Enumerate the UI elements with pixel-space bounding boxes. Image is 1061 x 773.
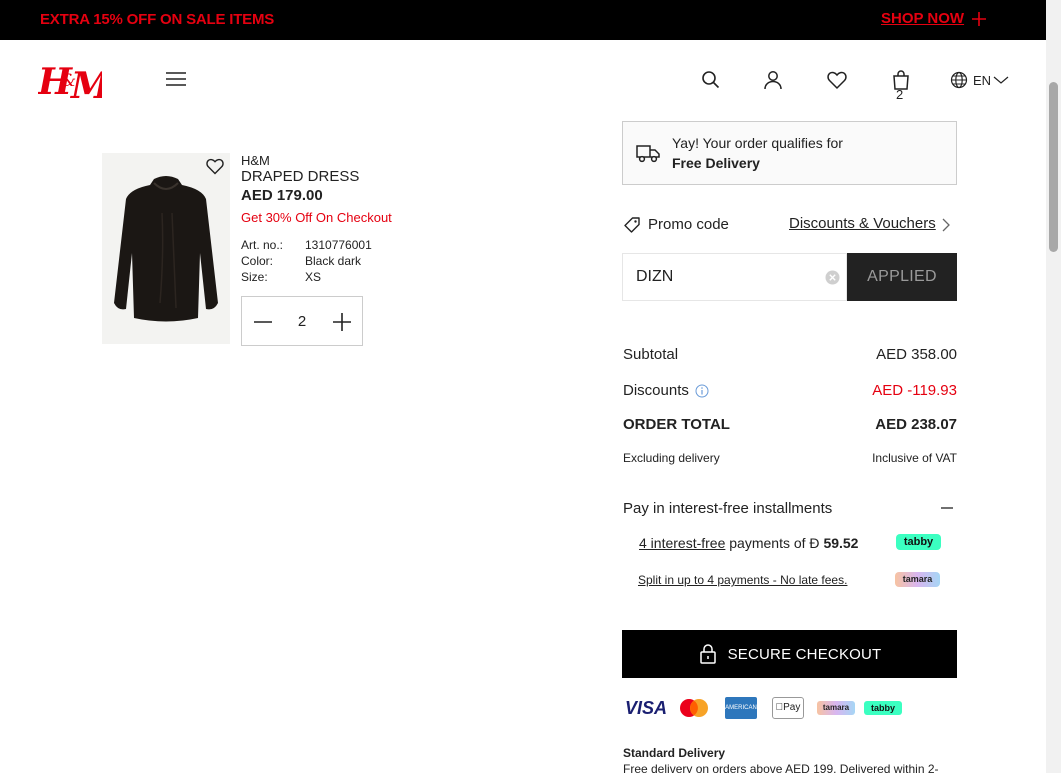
color-label: Color: [241,254,274,268]
hamburger-menu-icon[interactable] [164,68,188,90]
promo-code-label: Promo code [648,216,729,233]
size-value: XS [305,270,322,284]
order-total-label: ORDER TOTAL [623,416,730,433]
tabby-interest-free-link[interactable]: 4 interest-free [639,535,725,551]
order-total-value: AED 238.07 [875,416,957,433]
scrollbar-thumb[interactable] [1049,82,1058,252]
tag-icon [624,217,640,233]
account-icon[interactable] [762,69,784,91]
hm-logo[interactable]: H & M [38,56,102,102]
secure-checkout-label: SECURE CHECKOUT [727,645,882,663]
amex-logo: AMERICAN EXPRESS [725,697,757,733]
dirham-currency-symbol: Ð [809,535,820,551]
cart-count: 2 [896,87,904,102]
language-label: EN [973,72,992,88]
size-label: Size: [241,270,268,284]
shop-now-link[interactable]: SHOP NOW [881,10,964,27]
language-selector[interactable]: EN [950,70,1009,90]
globe-icon [950,71,968,89]
truck-icon [636,145,660,163]
tamara-logo: tamara [817,701,855,715]
chevron-down-icon [993,76,1009,84]
discounts-label: Discounts [623,382,689,399]
tabby-badge: tabby [896,534,941,550]
subtotal-label: Subtotal [623,346,679,363]
apple-pay-logo: Pay [772,697,804,719]
standard-delivery-title: Standard Delivery [623,746,726,760]
svg-text:M: M [69,65,102,102]
standard-delivery-text: Free delivery on orders above AED 199. D… [623,762,939,773]
tabby-installment-amount: 59.52 [823,535,859,551]
visa-logo: VISA [625,698,668,718]
article-number-label: Art. no.: [241,238,284,252]
promo-banner: EXTRA 15% OFF ON SALE ITEMS SHOP NOW [0,0,1046,40]
delivery-status: Free Delivery [672,155,760,171]
tabby-logo: tabby [864,701,902,715]
info-icon[interactable] [695,384,709,398]
increase-quantity-icon[interactable] [331,311,353,333]
tabby-payments-text: payments of [725,535,810,551]
product-name[interactable]: DRAPED DRESS [241,168,359,185]
collapse-minus-icon[interactable] [940,500,954,516]
tabby-installment-info: 4 interest-free payments of Ð 59.52 [639,535,858,551]
page-scrollbar[interactable] [1046,0,1061,773]
article-number-value: 1310776001 [305,238,372,252]
search-icon[interactable] [700,69,722,91]
product-image[interactable] [102,153,230,344]
favorites-heart-icon[interactable] [826,69,848,91]
discounts-value: AED -119.93 [872,382,957,399]
tamara-split-link[interactable]: Split in up to 4 payments - No late fees… [638,573,847,587]
mastercard-logo [680,699,708,717]
installments-title: Pay in interest-free installments [623,500,833,517]
free-delivery-notice: Yay! Your order qualifies for Free Deliv… [622,121,957,185]
color-value: Black dark [305,254,362,268]
product-brand: H&M [241,153,270,168]
promo-banner-text: EXTRA 15% OFF ON SALE ITEMS [40,11,275,28]
add-to-favorites-heart-icon[interactable] [205,156,225,176]
secure-checkout-button[interactable]: SECURE CHECKOUT [622,630,957,678]
apply-promo-button[interactable]: APPLIED [847,253,957,301]
quantity-stepper: 2 [241,296,363,346]
product-price: AED 179.00 [241,187,323,204]
delivery-message: Yay! Your order qualifies for [672,135,843,151]
subtotal-value: AED 358.00 [876,346,957,363]
discounts-vouchers-link[interactable]: Discounts & Vouchers [789,215,936,232]
chevron-right-icon[interactable] [940,217,952,233]
lock-icon [699,644,716,664]
product-offer: Get 30% Off On Checkout [241,210,392,225]
clear-input-icon[interactable] [825,270,840,285]
excluding-delivery-label: Excluding delivery [623,451,720,465]
promo-code-input[interactable] [622,253,847,301]
vat-label: Inclusive of VAT [872,451,957,465]
plus-icon[interactable] [970,10,988,28]
tamara-badge: tamara [895,572,940,587]
